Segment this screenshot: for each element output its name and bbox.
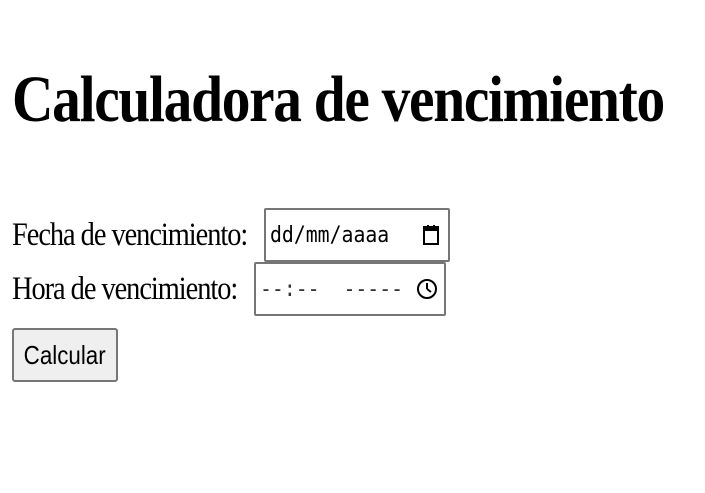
due-time-label: Hora de vencimiento: [12, 271, 238, 307]
due-date-placeholder: dd/mm/aaaa [269, 222, 389, 248]
due-time-input[interactable]: --:-- ----- [253, 262, 446, 316]
due-date-input[interactable]: dd/mm/aaaa [263, 208, 450, 262]
calculate-button[interactable]: Calcular [12, 328, 118, 382]
due-time-row: Hora de vencimiento: --:-- ----- [12, 262, 446, 316]
clock-icon[interactable] [416, 274, 438, 304]
page-title: Calculadora de vencimiento [12, 63, 665, 136]
due-date-row: Fecha de vencimiento: dd/mm/aaaa [12, 208, 450, 262]
calculate-button-label: Calcular [23, 339, 107, 370]
due-time-placeholder: --:-- ----- [259, 276, 403, 302]
due-date-label: Fecha de vencimiento: [12, 217, 248, 253]
calendar-icon[interactable] [420, 220, 442, 250]
page: Calculadora de vencimiento Fecha de venc… [12, 0, 705, 493]
